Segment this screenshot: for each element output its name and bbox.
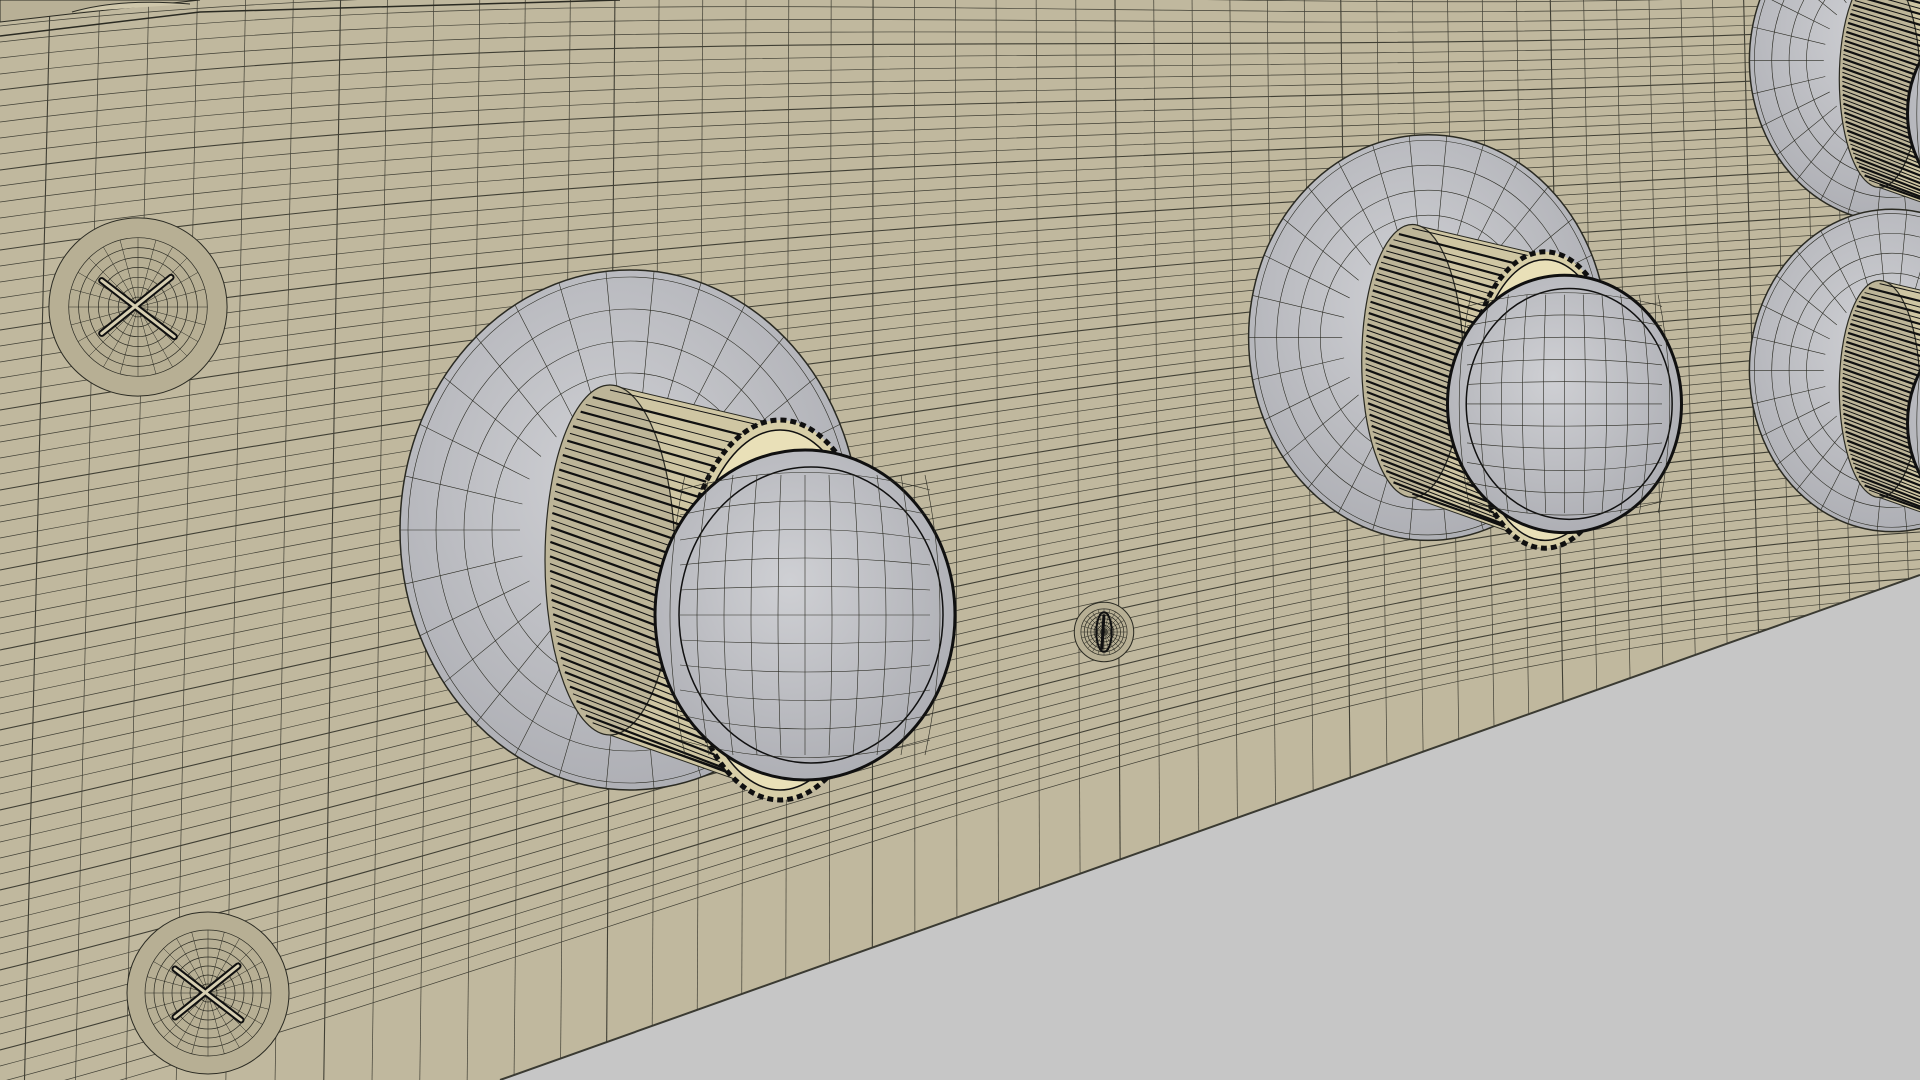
slotted-screw-icon [1073,601,1135,663]
viewport [0,0,1920,1080]
phillips-screw-icon [48,217,228,397]
render-canvas [0,0,1920,1080]
phillips-screw-icon [126,911,290,1075]
